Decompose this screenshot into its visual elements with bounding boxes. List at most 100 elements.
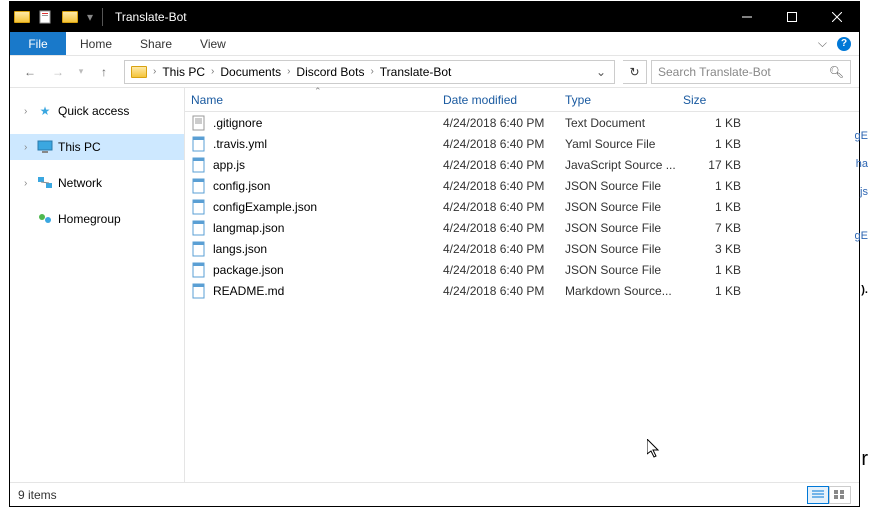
file-row[interactable]: app.js4/24/2018 6:40 PMJavaScript Source… [185,154,859,175]
file-size: 17 KB [683,158,753,172]
file-date: 4/24/2018 6:40 PM [443,137,565,151]
details-view-button[interactable] [807,486,829,504]
view-toggles [807,486,851,504]
file-size: 1 KB [683,284,753,298]
file-name: .gitignore [213,116,262,130]
file-type: Markdown Source... [565,284,683,298]
file-row[interactable]: configExample.json4/24/2018 6:40 PMJSON … [185,196,859,217]
column-name[interactable]: Name⌃ [185,88,443,111]
sort-asc-icon: ⌃ [314,86,322,97]
file-row[interactable]: .travis.yml 4/24/2018 6:40 PMYaml Source … [185,133,859,154]
file-date: 4/24/2018 6:40 PM [443,284,565,298]
explorer-window: ▾ Translate-Bot File Home Share View ⌵ ?… [9,1,860,507]
up-button[interactable]: ↑ [92,60,116,84]
column-type[interactable]: Type [565,93,683,107]
file-rows: .gitignore4/24/2018 6:40 PMText Document… [185,112,859,301]
chevron-right-icon[interactable]: › [24,106,36,117]
ribbon-expand-icon[interactable]: ⌵ [818,36,827,51]
ribbon-tabs: File Home Share View ⌵ ? [10,32,859,56]
chevron-right-icon[interactable]: › [368,66,375,77]
nav-this-pc[interactable]: › This PC [10,134,184,160]
properties-icon[interactable] [34,2,58,32]
chevron-right-icon[interactable]: › [24,178,36,189]
search-icon[interactable]: 🔍︎ [829,65,844,79]
nav-homegroup[interactable]: Homegroup [10,206,184,232]
file-row[interactable]: config.json4/24/2018 6:40 PMJSON Source … [185,175,859,196]
file-name: configExample.json [213,200,317,214]
file-type: JSON Source File [565,263,683,277]
recent-dropdown-icon[interactable]: ▾ [74,60,88,84]
address-dropdown-icon[interactable]: ⌄ [590,65,612,79]
column-size[interactable]: Size [683,93,753,107]
file-date: 4/24/2018 6:40 PM [443,116,565,130]
nav-quick-access[interactable]: › ★ Quick access [10,98,184,124]
column-headers: Name⌃ Date modified Type Size [185,88,859,112]
file-icon [191,178,207,194]
minimize-button[interactable] [724,2,769,32]
navigation-pane[interactable]: › ★ Quick access › This PC › Network Hom… [10,88,185,482]
file-row[interactable]: .gitignore4/24/2018 6:40 PMText Document… [185,112,859,133]
partial-background: gE ha js gE ). r [860,0,869,524]
refresh-button[interactable]: ↻ [623,60,647,84]
file-type: JavaScript Source ... [565,158,683,172]
nav-label: Homegroup [58,212,121,226]
new-folder-icon[interactable] [58,2,82,32]
breadcrumb-documents[interactable]: Documents [216,61,285,83]
home-tab[interactable]: Home [66,32,126,55]
folder-icon[interactable] [10,2,34,32]
address-bar-row: ← → ▾ ↑ › This PC › Documents › Discord … [10,56,859,88]
file-icon [191,199,207,215]
file-row[interactable]: README.md4/24/2018 6:40 PMMarkdown Sourc… [185,280,859,301]
file-date: 4/24/2018 6:40 PM [443,200,565,214]
file-date: 4/24/2018 6:40 PM [443,221,565,235]
file-date: 4/24/2018 6:40 PM [443,263,565,277]
homegroup-icon [36,212,54,226]
file-icon [191,241,207,257]
breadcrumb[interactable]: › This PC › Documents › Discord Bots › T… [124,60,615,84]
title-bar[interactable]: ▾ Translate-Bot [10,2,859,32]
file-name: package.json [213,263,284,277]
file-icon [191,283,207,299]
forward-button[interactable]: → [46,60,70,84]
view-tab[interactable]: View [186,32,240,55]
nav-label: Quick access [58,104,129,118]
breadcrumb-translate-bot[interactable]: Translate-Bot [376,61,456,83]
file-list-pane: Name⌃ Date modified Type Size .gitignore… [185,88,859,482]
folder-icon[interactable] [127,61,151,83]
file-icon [191,115,207,131]
chevron-right-icon[interactable]: › [151,66,158,77]
nav-label: Network [58,176,102,190]
file-tab[interactable]: File [10,32,66,55]
column-date[interactable]: Date modified [443,93,565,107]
file-date: 4/24/2018 6:40 PM [443,158,565,172]
chevron-right-icon[interactable]: › [285,66,292,77]
file-type: JSON Source File [565,221,683,235]
file-type: Yaml Source File [565,137,683,151]
nav-label: This PC [58,140,101,154]
body: › ★ Quick access › This PC › Network Hom… [10,88,859,482]
chevron-right-icon[interactable]: › [24,142,36,153]
file-row[interactable]: langmap.json4/24/2018 6:40 PMJSON Source… [185,217,859,238]
file-icon [191,220,207,236]
nav-network[interactable]: › Network [10,170,184,196]
network-icon [36,176,54,190]
file-name: .travis.yml [213,137,267,151]
file-type: JSON Source File [565,179,683,193]
chevron-right-icon[interactable]: › [209,66,216,77]
maximize-button[interactable] [769,2,814,32]
file-row[interactable]: langs.json4/24/2018 6:40 PMJSON Source F… [185,238,859,259]
file-size: 3 KB [683,242,753,256]
close-button[interactable] [814,2,859,32]
help-icon[interactable]: ? [837,37,851,51]
share-tab[interactable]: Share [126,32,186,55]
qat-dropdown-icon[interactable]: ▾ [82,2,98,32]
quick-access-toolbar: ▾ [10,2,98,32]
back-button[interactable]: ← [18,60,42,84]
file-icon [191,157,207,173]
breadcrumb-discord-bots[interactable]: Discord Bots [292,61,368,83]
icons-view-button[interactable] [829,486,851,504]
file-row[interactable]: package.json 4/24/2018 6:40 PMJSON Source… [185,259,859,280]
search-input[interactable]: Search Translate-Bot 🔍︎ [651,60,851,84]
file-type: JSON Source File [565,242,683,256]
breadcrumb-this-pc[interactable]: This PC [158,61,209,83]
